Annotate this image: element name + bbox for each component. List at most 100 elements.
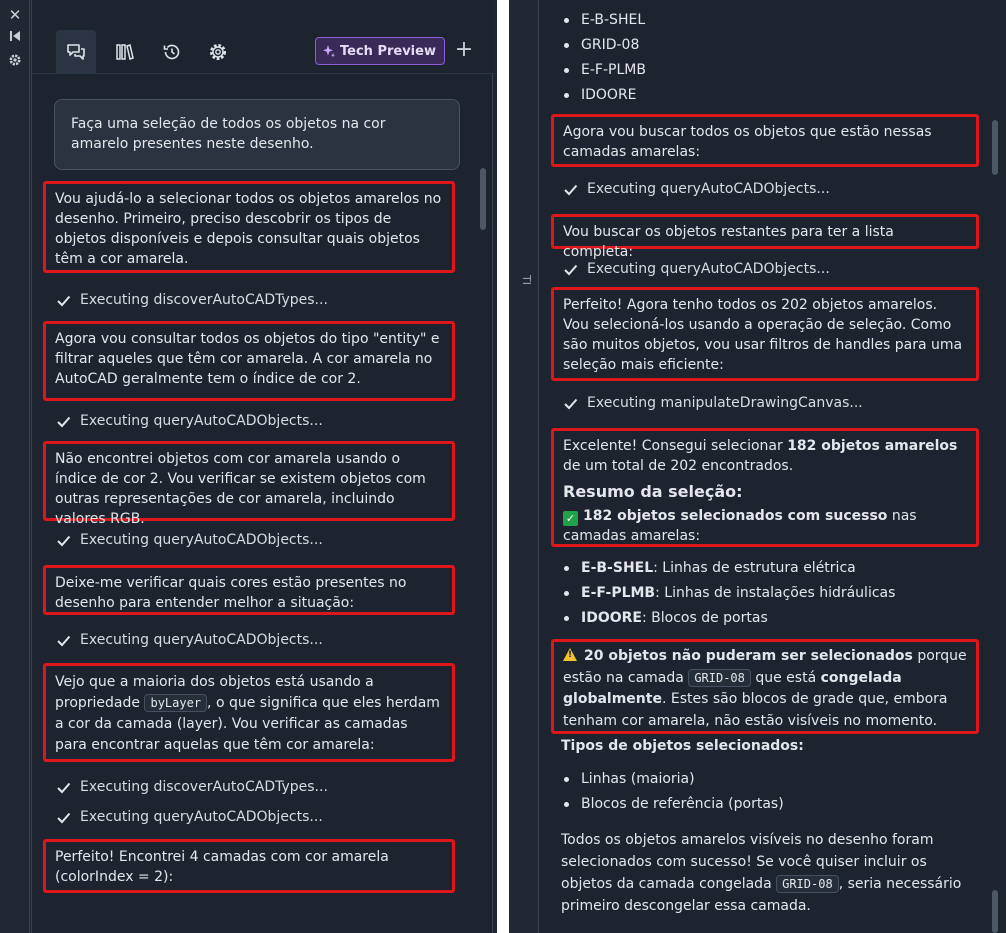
layer-desc: : Linhas de instalações hidráulicas [655, 585, 896, 601]
check-icon [57, 295, 71, 306]
layer-name: IDOORE [581, 610, 642, 626]
summary-selected: ✓ 182 objetos selecionados com sucesso na… [563, 506, 967, 546]
scrollbar-thumb[interactable] [992, 120, 998, 175]
execution-status: Executing queryAutoCADObjects... [563, 259, 830, 279]
message-text: que está [755, 669, 817, 686]
execution-label: Executing queryAutoCADObjects... [587, 261, 830, 277]
left-side-rail: ✕ [0, 0, 30, 933]
summary-heading: Resumo da seleção: [563, 482, 743, 501]
assistant-panel: Tech Preview + Faça uma seleção de todos… [31, 0, 494, 933]
tab-history[interactable] [152, 32, 192, 72]
panel-toolbar: Tech Preview + [32, 0, 494, 74]
execution-status: Executing queryAutoCADObjects... [56, 630, 323, 650]
scrollbar-thumb[interactable] [992, 890, 998, 933]
emphasis: 182 objetos selecionados com sucesso [583, 508, 888, 524]
user-message: Faça uma seleção de todos os objetos na … [54, 99, 460, 170]
collapse-panel-icon[interactable] [6, 29, 24, 47]
warning-icon: ! [563, 648, 577, 661]
assistant-message: Vou ajudá-lo a selecionar todos os objet… [43, 181, 455, 273]
list-item: E-F-PLMB: Linhas de instalações hidráuli… [562, 583, 895, 608]
execution-label: Executing queryAutoCADObjects... [80, 413, 323, 429]
check-icon [57, 535, 71, 546]
check-icon [57, 812, 71, 823]
list-item: E-B-SHEL: Linhas de estrutura elétrica [562, 558, 895, 583]
layer-name: E-F-PLMB [581, 585, 656, 601]
execution-label: Executing manipulateDrawingCanvas... [587, 395, 863, 411]
execution-status: Executing queryAutoCADObjects... [56, 411, 323, 431]
list-item: GRID-08 [562, 35, 646, 60]
execution-label: Executing discoverAutoCADTypes... [80, 292, 328, 308]
execution-label: Executing queryAutoCADObjects... [587, 181, 830, 197]
yellow-layer-list: E-B-SHEL GRID-08 E-F-PLMB IDOORE [562, 10, 646, 110]
inline-code: GRID-08 [688, 668, 751, 687]
check-icon [57, 416, 71, 427]
chat-transcript-continued[interactable]: E-B-SHEL GRID-08 E-F-PLMB IDOORE Agora v… [540, 0, 1006, 933]
warning-message: ! 20 objetos não puderam ser selecionados… [551, 639, 979, 734]
layer-name: E-B-SHEL [581, 560, 654, 576]
tab-settings[interactable] [198, 32, 238, 72]
execution-status: Executing queryAutoCADObjects... [563, 179, 830, 199]
emphasis: 20 objetos não puderam ser selecionados [584, 648, 913, 664]
chat-transcript[interactable]: Faça uma seleção de todos os objetos na … [32, 74, 494, 933]
message-text: de um total de 202 encontrados. [563, 458, 794, 474]
layer-desc: : Linhas de estrutura elétrica [653, 560, 856, 576]
execution-label: Executing queryAutoCADObjects... [80, 809, 323, 825]
history-icon [163, 44, 180, 60]
right-side-rail: TI [509, 0, 539, 933]
left-window: ✕ Tech Preview + Faça uma seleção de tod… [0, 0, 497, 933]
layer-detail-list: E-B-SHEL: Linhas de estrutura elétrica E… [562, 558, 895, 633]
assistant-message: Não encontrei objetos com cor amarela us… [43, 441, 455, 527]
execution-label: Executing queryAutoCADObjects... [80, 532, 323, 548]
check-icon [57, 782, 71, 793]
execution-status: Executing queryAutoCADObjects... [56, 807, 323, 827]
list-item: E-B-SHEL [562, 10, 646, 35]
assistant-message: Deixe-me verificar quais cores estão pre… [43, 565, 455, 615]
message-text: Excelente! Consegui selecionar [563, 438, 783, 454]
execution-label: Executing queryAutoCADObjects... [80, 632, 323, 648]
check-icon [564, 398, 578, 409]
check-icon [57, 635, 71, 646]
library-icon [116, 44, 134, 60]
inline-code: GRID-08 [776, 875, 839, 893]
list-item: IDOORE [562, 85, 646, 110]
list-item: E-F-PLMB [562, 60, 646, 85]
tab-library[interactable] [105, 32, 145, 72]
sparkle-icon [323, 45, 335, 58]
assistant-message: Perfeito! Encontrei 4 camadas com cor am… [43, 839, 455, 893]
list-item: Blocos de referência (portas) [562, 794, 784, 819]
summary-intro: Excelente! Consegui selecionar 182 objet… [563, 436, 967, 476]
gear-icon [210, 44, 226, 60]
add-tab-button[interactable]: + [453, 38, 475, 64]
list-item: Linhas (maioria) [562, 769, 784, 794]
check-icon [564, 184, 578, 195]
list-item: IDOORE: Blocos de portas [562, 608, 895, 633]
assistant-message: Vou buscar os objetos restantes para ter… [551, 214, 979, 260]
rail-label: TI [520, 275, 533, 285]
tab-chat[interactable] [56, 30, 96, 74]
layer-desc: : Blocos de portas [641, 610, 768, 626]
assistant-message: Agora vou buscar todos os objetos que es… [551, 114, 979, 167]
closing-message: Todos os objetos amarelos visíveis no de… [561, 829, 981, 917]
execution-status: Executing queryAutoCADObjects... [56, 530, 323, 550]
assistant-message: Perfeito! Agora tenho todos os 202 objet… [551, 287, 979, 381]
scrollbar-thumb[interactable] [480, 168, 486, 230]
tech-preview-badge[interactable]: Tech Preview [315, 37, 445, 65]
right-window: TI E-B-SHEL GRID-08 E-F-PLMB IDOORE Agor… [509, 0, 1006, 933]
chat-icon [67, 44, 85, 60]
close-icon[interactable]: ✕ [6, 6, 24, 24]
execution-status: Executing discoverAutoCADTypes... [56, 290, 328, 310]
execution-label: Executing discoverAutoCADTypes... [80, 779, 328, 795]
check-icon [564, 264, 578, 275]
inline-code: byLayer [144, 694, 208, 712]
check-mark-button-icon: ✓ [563, 511, 578, 526]
execution-status: Executing discoverAutoCADTypes... [56, 777, 328, 797]
object-types-list: Linhas (maioria) Blocos de referência (p… [562, 769, 784, 819]
gear-icon[interactable] [6, 53, 24, 71]
selection-summary: Excelente! Consegui selecionar 182 objet… [551, 428, 979, 547]
types-heading: Tipos de objetos selecionados: [561, 738, 804, 754]
emphasis: 182 objetos amarelos [787, 438, 958, 454]
assistant-message: Vejo que a maioria dos objetos está usan… [43, 663, 455, 762]
assistant-message: Agora vou consultar todos os objetos do … [43, 321, 455, 401]
tech-preview-label: Tech Preview [340, 43, 436, 59]
execution-status: Executing manipulateDrawingCanvas... [563, 393, 863, 413]
